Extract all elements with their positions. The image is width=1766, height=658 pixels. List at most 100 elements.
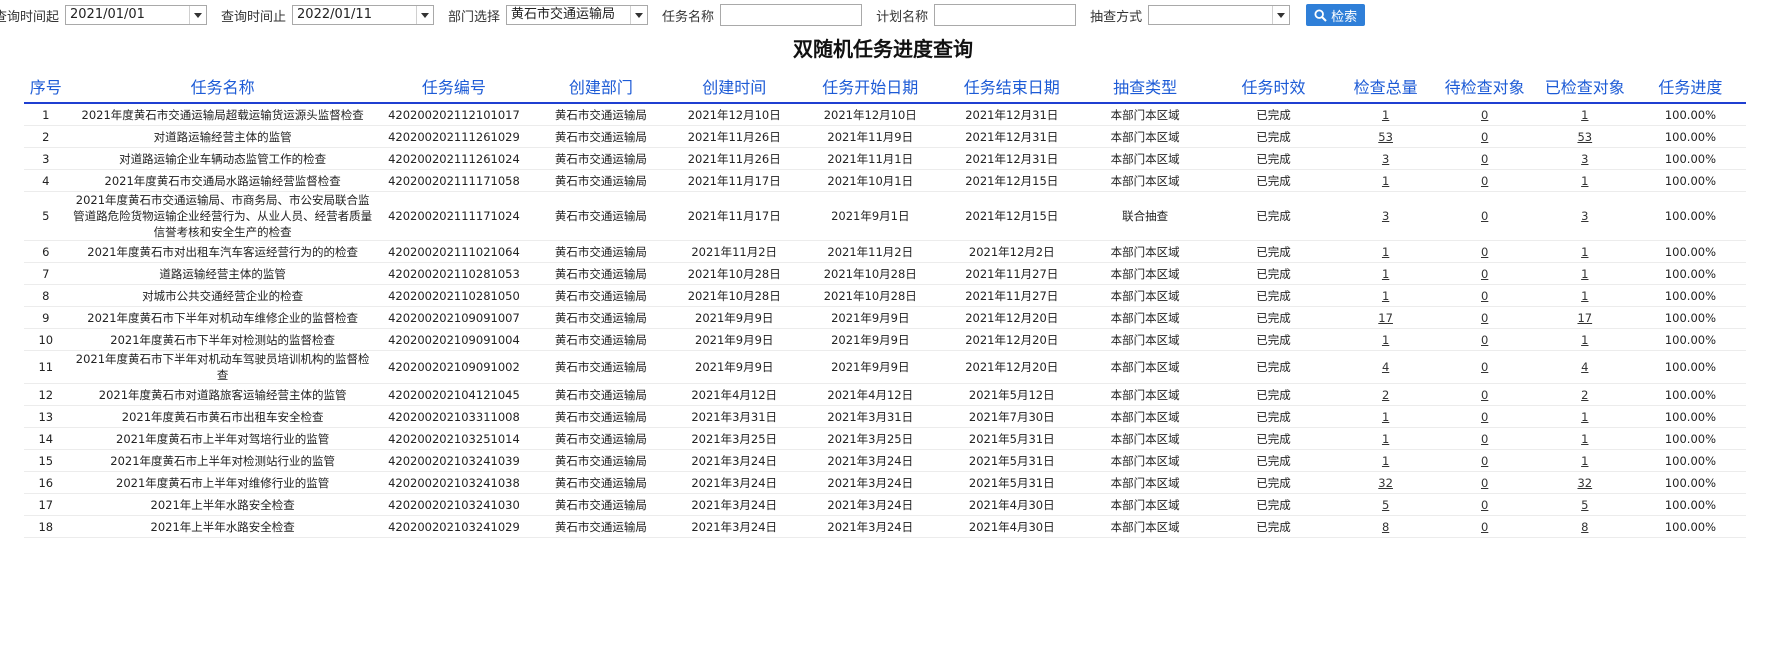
pending-count-link[interactable]: 0: [1481, 498, 1488, 512]
total-count-link[interactable]: 1: [1382, 333, 1389, 347]
pending-count-link[interactable]: 0: [1481, 476, 1488, 490]
total-count-link[interactable]: 1: [1382, 432, 1389, 446]
task-name-input[interactable]: [720, 4, 863, 26]
pending-count-link[interactable]: 0: [1481, 267, 1488, 281]
checked-count-link[interactable]: 5: [1581, 498, 1588, 512]
total-count-link[interactable]: 2: [1382, 388, 1389, 402]
checked-count-link[interactable]: 1: [1581, 333, 1588, 347]
pending-count-link[interactable]: 0: [1481, 360, 1488, 374]
col-header-task-code: 任务编号: [377, 70, 531, 104]
task-progress-table: 序号 任务名称 任务编号 创建部门 创建时间 任务开始日期 任务结束日期 抽查类型 任务时效 检查…: [24, 70, 1746, 538]
total-count-link[interactable]: 4: [1382, 360, 1389, 374]
status-cell: 已完成: [1210, 147, 1337, 170]
pending-count-link[interactable]: 0: [1481, 289, 1488, 303]
checked-count-link[interactable]: 1: [1581, 289, 1588, 303]
department-select[interactable]: 黄石市交通运输局: [506, 5, 649, 25]
checked-count-link[interactable]: 3: [1581, 209, 1588, 223]
plan-name-input[interactable]: [934, 4, 1077, 26]
checked-count-link[interactable]: 1: [1581, 267, 1588, 281]
total-count-link[interactable]: 1: [1382, 289, 1389, 303]
check-type-cell: 本部门本区域: [1079, 262, 1211, 285]
status-cell: 已完成: [1210, 427, 1337, 450]
checked-count-link[interactable]: 1: [1581, 174, 1588, 188]
total-count-link[interactable]: 3: [1382, 209, 1389, 223]
checked-count-link[interactable]: 8: [1581, 520, 1588, 534]
task-name-cell: 道路运输经营主体的监管: [67, 262, 378, 285]
chevron-down-icon[interactable]: [189, 6, 206, 24]
dept-cell: 黄石市交通运输局: [530, 103, 672, 126]
progress-cell: 100.00%: [1634, 328, 1746, 351]
start-date-cell: 2021年9月9日: [796, 350, 944, 384]
checked-count-link[interactable]: 1: [1581, 410, 1588, 424]
row-number: 2: [24, 125, 68, 148]
total-count-link[interactable]: 1: [1382, 267, 1389, 281]
checked-count-cell: 1: [1534, 284, 1635, 307]
table-row: 1 2021年度黄石市交通运输局超载运输货运源头监督检查 4202002021121…: [24, 103, 1746, 126]
total-count-link[interactable]: 1: [1382, 108, 1389, 122]
pending-count-cell: 0: [1434, 405, 1535, 428]
total-count-link[interactable]: 5: [1382, 498, 1389, 512]
created-date-cell: 2021年12月10日: [671, 103, 797, 126]
checked-count-link[interactable]: 1: [1581, 432, 1588, 446]
dept-cell: 黄石市交通运输局: [530, 284, 672, 307]
checked-count-link[interactable]: 1: [1581, 245, 1588, 259]
status-cell: 已完成: [1210, 515, 1337, 538]
total-count-link[interactable]: 32: [1378, 476, 1393, 490]
checked-count-link[interactable]: 53: [1577, 130, 1592, 144]
checked-count-link[interactable]: 2: [1581, 388, 1588, 402]
total-count-link[interactable]: 17: [1378, 311, 1393, 325]
end-date-cell: 2021年11月27日: [943, 284, 1080, 307]
total-count-link[interactable]: 53: [1378, 130, 1393, 144]
total-count-link[interactable]: 1: [1382, 454, 1389, 468]
end-date-cell: 2021年5月31日: [943, 427, 1080, 450]
row-number: 1: [24, 103, 68, 126]
pending-count-link[interactable]: 0: [1481, 388, 1488, 402]
pending-count-link[interactable]: 0: [1481, 454, 1488, 468]
end-date-select[interactable]: 2022/01/11: [292, 5, 435, 25]
pending-count-link[interactable]: 0: [1481, 152, 1488, 166]
col-header-progress: 任务进度: [1634, 70, 1746, 104]
created-date-cell: 2021年10月28日: [671, 284, 797, 307]
pending-count-link[interactable]: 0: [1481, 520, 1488, 534]
chevron-down-icon[interactable]: [416, 6, 433, 24]
status-cell: 已完成: [1210, 471, 1337, 494]
pending-count-link[interactable]: 0: [1481, 130, 1488, 144]
checked-count-cell: 32: [1534, 471, 1635, 494]
task-code-cell: 420200202111261029: [377, 125, 531, 148]
start-date-cell: 2021年9月9日: [796, 306, 944, 329]
pending-count-cell: 0: [1434, 169, 1535, 192]
created-date-cell: 2021年11月17日: [671, 169, 797, 192]
end-date-cell: 2021年12月15日: [943, 169, 1080, 192]
chevron-down-icon[interactable]: [630, 6, 647, 24]
pending-count-link[interactable]: 0: [1481, 410, 1488, 424]
check-method-select[interactable]: [1148, 5, 1291, 25]
pending-count-link[interactable]: 0: [1481, 432, 1488, 446]
checked-count-link[interactable]: 3: [1581, 152, 1588, 166]
checked-count-link[interactable]: 32: [1577, 476, 1592, 490]
pending-count-link[interactable]: 0: [1481, 333, 1488, 347]
checked-count-link[interactable]: 17: [1577, 311, 1592, 325]
pending-count-link[interactable]: 0: [1481, 245, 1488, 259]
dept-cell: 黄石市交通运输局: [530, 240, 672, 263]
total-count-link[interactable]: 1: [1382, 245, 1389, 259]
total-count-link[interactable]: 1: [1382, 410, 1389, 424]
task-name-cell: 对城市公共交通经营企业的检查: [67, 284, 378, 307]
checked-count-link[interactable]: 4: [1581, 360, 1588, 374]
chevron-down-icon[interactable]: [1272, 6, 1289, 24]
start-date-select[interactable]: 2021/01/01: [65, 5, 208, 25]
search-button-label: 检索: [1331, 9, 1358, 25]
created-date-cell: 2021年4月12日: [671, 383, 797, 406]
pending-count-link[interactable]: 0: [1481, 174, 1488, 188]
total-count-link[interactable]: 1: [1382, 174, 1389, 188]
checked-count-link[interactable]: 1: [1581, 454, 1588, 468]
total-count-link[interactable]: 8: [1382, 520, 1389, 534]
checked-count-link[interactable]: 1: [1581, 108, 1588, 122]
total-count-link[interactable]: 3: [1382, 152, 1389, 166]
search-button[interactable]: 检索: [1306, 4, 1366, 26]
filter-bar: 查询时间起 2021/01/01 查询时间止 2022/01/11 部门选择 黄…: [0, 4, 1366, 26]
pending-count-link[interactable]: 0: [1481, 209, 1488, 223]
checked-count-cell: 1: [1534, 240, 1635, 263]
pending-count-link[interactable]: 0: [1481, 311, 1488, 325]
pending-count-link[interactable]: 0: [1481, 108, 1488, 122]
end-date-cell: 2021年12月20日: [943, 306, 1080, 329]
